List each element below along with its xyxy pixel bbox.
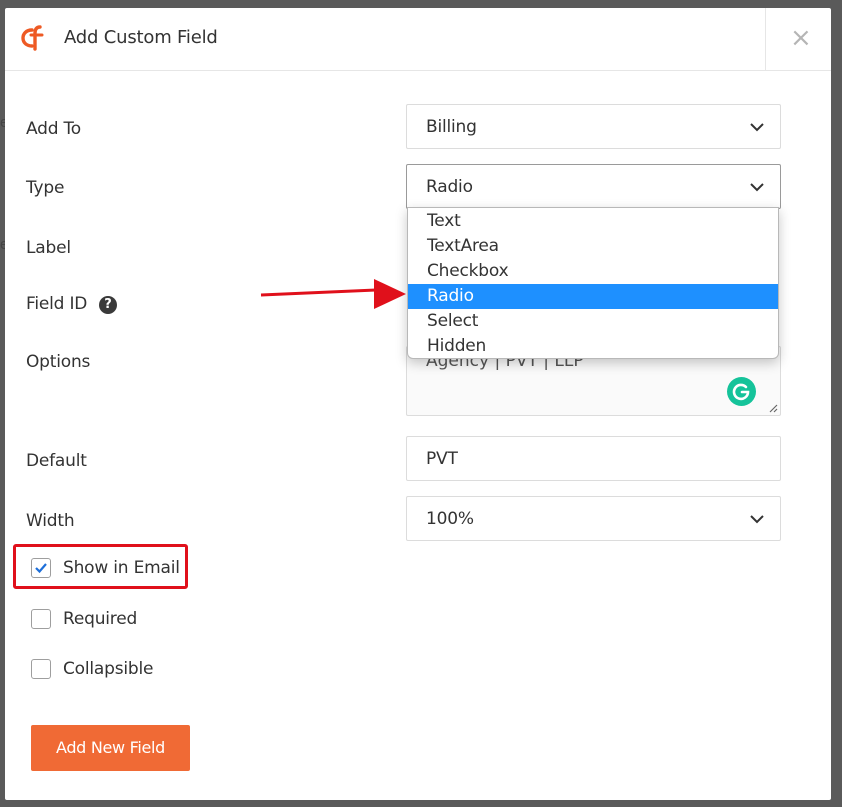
add-new-field-button[interactable]: Add New Field <box>31 725 190 771</box>
chevron-down-icon <box>750 515 764 524</box>
collapsible-checkbox[interactable] <box>31 659 51 679</box>
default-value: PVT <box>426 449 458 469</box>
resize-handle-icon[interactable] <box>768 403 778 413</box>
dropdown-option-select[interactable]: Select <box>408 309 778 334</box>
chevron-down-icon <box>750 183 764 192</box>
width-select[interactable]: 100% <box>406 496 781 541</box>
add-to-label: Add To <box>26 119 82 139</box>
collapsible-label[interactable]: Collapsible <box>63 659 153 679</box>
label-label: Label <box>26 238 71 258</box>
add-to-value: Billing <box>426 117 477 137</box>
default-input[interactable]: PVT <box>406 436 781 481</box>
dropdown-option-text[interactable]: Text <box>408 209 778 234</box>
close-icon[interactable]: × <box>790 24 812 52</box>
dropdown-option-textarea[interactable]: TextArea <box>408 234 778 259</box>
grammarly-icon[interactable] <box>727 377 756 406</box>
modal-header: Add Custom Field × <box>5 8 831 71</box>
options-label: Options <box>26 352 91 372</box>
chevron-down-icon <box>750 123 764 132</box>
required-label[interactable]: Required <box>63 609 137 629</box>
help-icon[interactable]: ? <box>99 296 117 314</box>
dropdown-option-checkbox[interactable]: Checkbox <box>408 259 778 284</box>
show-in-email-label[interactable]: Show in Email <box>63 558 180 578</box>
width-label: Width <box>26 511 75 531</box>
cf-logo-icon <box>21 25 44 51</box>
dropdown-option-hidden[interactable]: Hidden <box>408 334 778 359</box>
type-dropdown-list[interactable]: Text TextArea Checkbox Radio Select Hidd… <box>407 207 779 359</box>
type-select[interactable]: Radio <box>406 164 781 209</box>
check-icon <box>35 563 47 574</box>
type-value: Radio <box>426 177 473 197</box>
annotation-arrow-icon <box>260 279 406 309</box>
show-in-email-checkbox[interactable] <box>31 558 51 578</box>
modal-title: Add Custom Field <box>64 27 218 48</box>
field-id-label: Field ID <box>26 294 88 314</box>
add-to-select[interactable]: Billing <box>406 104 781 149</box>
type-label: Type <box>26 178 65 198</box>
default-label: Default <box>26 451 87 471</box>
required-checkbox[interactable] <box>31 609 51 629</box>
dropdown-option-radio[interactable]: Radio <box>408 284 778 309</box>
close-button[interactable]: × <box>765 8 831 71</box>
width-value: 100% <box>426 509 474 529</box>
